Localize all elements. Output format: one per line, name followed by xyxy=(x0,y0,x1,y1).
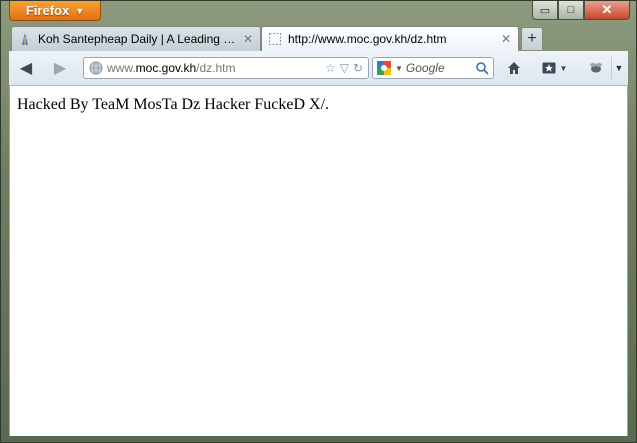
chevron-down-icon: ▼ xyxy=(559,63,568,73)
minimize-button[interactable]: ▭ xyxy=(532,1,558,20)
chevron-down-icon: ▼ xyxy=(75,5,85,16)
close-icon: ✕ xyxy=(601,2,613,17)
new-tab-button[interactable]: + xyxy=(521,27,543,50)
history-dropdown-icon[interactable]: ▽ xyxy=(340,61,349,75)
url-bar[interactable]: www.moc.gov.kh/dz.htm ☆ ▽ ↻ xyxy=(83,57,369,79)
navigation-toolbar: ◀ ▶ www.moc.gov.kh/dz.htm ☆ ▽ ↻ ▼ Google… xyxy=(9,51,628,86)
search-placeholder: Google xyxy=(405,61,445,75)
tab-moc-dz[interactable]: http://www.moc.gov.kh/dz.htm ✕ xyxy=(261,26,519,51)
close-tab-icon[interactable]: ✕ xyxy=(242,32,254,46)
url-prefix: www. xyxy=(107,61,136,75)
blank-page-favicon xyxy=(269,33,281,45)
page-body-text: Hacked By TeaM MosTa Dz Hacker FuckeD X/… xyxy=(17,96,330,113)
url-bar-icons: ☆ ▽ ↻ xyxy=(325,61,363,75)
url-host: moc.gov.kh xyxy=(135,61,197,75)
bookmarks-button[interactable]: ▼ xyxy=(537,57,571,79)
page-content: Hacked By TeaM MosTa Dz Hacker FuckeD X/… xyxy=(9,86,628,436)
bookmarks-icon xyxy=(542,62,556,74)
globe-icon xyxy=(89,61,103,75)
chevron-down-icon[interactable]: ▼ xyxy=(395,64,403,73)
minimize-icon: ▭ xyxy=(539,4,551,17)
forward-button[interactable]: ▶ xyxy=(47,57,73,79)
close-tab-icon[interactable]: ✕ xyxy=(500,32,512,46)
firefox-button-label: Firefox xyxy=(25,3,70,18)
url-text: www.moc.gov.kh/dz.htm xyxy=(107,61,325,75)
plus-icon: + xyxy=(527,30,537,47)
window-controls: ▭ □ ✕ xyxy=(532,1,630,20)
maximize-icon: □ xyxy=(567,4,575,16)
tab-label: Koh Santepheap Daily | A Leading Ne... xyxy=(38,32,242,46)
addon-icon xyxy=(590,63,602,73)
reload-icon[interactable]: ↻ xyxy=(353,61,363,75)
forward-arrow-icon: ▶ xyxy=(53,60,67,77)
close-window-button[interactable]: ✕ xyxy=(584,1,630,20)
back-button[interactable]: ◀ xyxy=(13,57,39,79)
home-icon xyxy=(508,62,520,74)
google-icon[interactable] xyxy=(376,60,392,76)
firefox-menu-button[interactable]: Firefox ▼ xyxy=(9,1,101,21)
home-button[interactable] xyxy=(501,57,527,79)
tab-label: http://www.moc.gov.kh/dz.htm xyxy=(288,32,447,46)
maximize-button[interactable]: □ xyxy=(558,1,584,20)
koh-santepheap-favicon xyxy=(22,33,28,45)
back-arrow-icon: ◀ xyxy=(19,60,33,77)
search-icon[interactable] xyxy=(475,61,489,75)
bookmark-star-icon[interactable]: ☆ xyxy=(325,61,336,75)
chevron-down-icon: ▼ xyxy=(614,63,624,73)
search-bar[interactable]: ▼ Google xyxy=(372,57,494,79)
url-path: /dz.htm xyxy=(196,61,236,75)
toolbar-overflow-button[interactable]: ▼ xyxy=(611,57,626,79)
browser-window: Firefox ▼ ▭ □ ✕ Koh Santepheap Daily | A… xyxy=(0,0,637,443)
tab-koh-santepheap[interactable]: Koh Santepheap Daily | A Leading Ne... ✕ xyxy=(11,26,261,51)
tab-strip: Koh Santepheap Daily | A Leading Ne... ✕… xyxy=(9,26,628,51)
addon-button[interactable] xyxy=(583,57,609,79)
